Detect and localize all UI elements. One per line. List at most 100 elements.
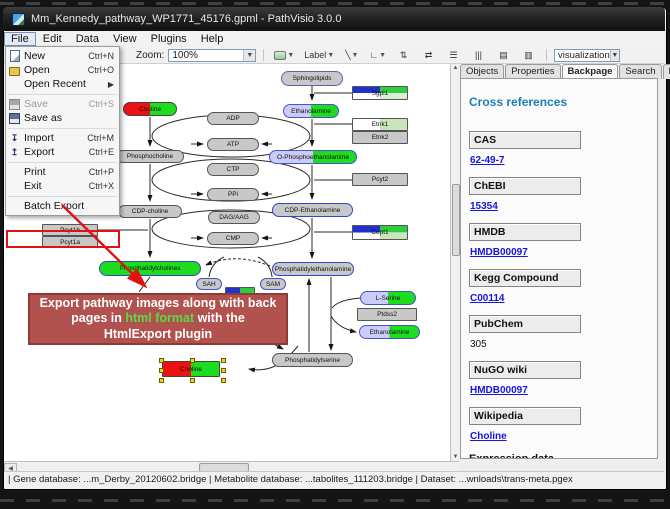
pathway-node-sgpl1[interactable]: Sgpl1	[352, 86, 408, 100]
chevron-down-icon[interactable]: ▼	[351, 52, 358, 59]
xref-link[interactable]: Choline	[470, 431, 657, 442]
chevron-down-icon[interactable]: ▼	[287, 52, 294, 59]
tab-legend[interactable]: Legend	[663, 64, 670, 79]
file-menu-item-exit[interactable]: ExitCtrl+X	[6, 179, 119, 193]
xref-link[interactable]: 15354	[470, 201, 657, 212]
pathway-node-atp[interactable]: ATP	[207, 138, 259, 151]
pathway-node-ctp[interactable]: CTP	[207, 163, 259, 176]
align-center-y-button-icon: ⇄	[425, 50, 433, 61]
file-menu-item-export[interactable]: ↥ExportCtrl+E	[6, 145, 119, 159]
pathway-node-l-serine[interactable]: L-Serine	[360, 291, 416, 305]
zoom-combobox[interactable]: 100% ▼	[168, 49, 256, 62]
selection-handle[interactable]	[221, 368, 226, 373]
submenu-arrow-icon: ▶	[108, 80, 114, 89]
align-center-y-button[interactable]: ⇄	[418, 47, 439, 63]
title-bar[interactable]: Mm_Kennedy_pathway_WP1771_45176.gpml - P…	[3, 7, 665, 31]
selection-handle[interactable]	[190, 378, 195, 383]
tab-properties[interactable]: Properties	[505, 64, 560, 79]
selection-handle[interactable]	[190, 358, 195, 363]
pathway-node-cmp[interactable]: CMP	[207, 232, 259, 245]
menu-icon-spacer	[9, 181, 20, 192]
pathway-node-pcyt2[interactable]: Pcyt2	[352, 173, 408, 186]
file-menu-item-new[interactable]: NewCtrl+N	[6, 49, 119, 63]
xref-source-header: HMDB	[469, 223, 581, 241]
tab-search[interactable]: Search	[619, 64, 661, 79]
file-menu-item-save[interactable]: SaveCtrl+S	[6, 97, 119, 111]
pathway-node-etnk1[interactable]: Etnk1	[352, 118, 408, 131]
pathway-node-ptdss2[interactable]: Ptdss2	[357, 308, 417, 321]
xref-link[interactable]: C00114	[470, 293, 657, 304]
file-menu-item-save-as[interactable]: Save as	[6, 111, 119, 125]
status-bar: | Gene database: ...m_Derby_20120602.bri…	[4, 471, 664, 487]
file-menu-item-import[interactable]: ↧ImportCtrl+M	[6, 131, 119, 145]
pathway-node-etnk2[interactable]: Etnk2	[352, 131, 408, 144]
pathway-node-dag-aag[interactable]: DAG/AAG	[208, 211, 260, 224]
new-connector-dropdown[interactable]: ∟▼	[366, 47, 389, 63]
pathway-node-sphingolipids[interactable]: Sphingolipids	[281, 71, 343, 86]
selection-handle[interactable]	[159, 378, 164, 383]
screenshot-frame: Mm_Kennedy_pathway_WP1771_45176.gpml - P…	[0, 0, 670, 509]
menubar-item-data[interactable]: Data	[69, 32, 106, 46]
align-center-x-button[interactable]: ⇅	[393, 47, 414, 63]
toolbar-button-label: Label	[304, 50, 326, 60]
pathway-node-phosphatidylserine[interactable]: Phosphatidylserine	[272, 353, 353, 367]
tab-objects[interactable]: Objects	[460, 64, 504, 79]
stack-horizontal-button[interactable]: |||	[468, 47, 489, 63]
new-label-dropdown[interactable]: Label▼	[301, 47, 337, 63]
pathvisio-app-icon	[12, 13, 25, 26]
pathway-node-cept1[interactable]: Cept1	[352, 225, 408, 240]
annotation-callout: Export pathway images along with back pa…	[28, 293, 288, 345]
vertical-scroll-thumb[interactable]	[452, 184, 460, 256]
menubar-item-plugins[interactable]: Plugins	[144, 32, 194, 46]
pathway-node-o-phosphoethanolamine[interactable]: O-Phosphoethanolamine	[269, 150, 357, 164]
new-line-dropdown[interactable]: ╲▼	[341, 47, 362, 63]
pathway-node-adp[interactable]: ADP	[207, 112, 259, 125]
frame-texture-top	[0, 2, 670, 5]
pathway-node-phosphatidylethanolamine[interactable]: Phosphatidylethanolamine	[272, 262, 354, 276]
xref-link[interactable]: 62-49-7	[470, 155, 657, 166]
canvas-vertical-scrollbar[interactable]: ▲ ▼	[450, 64, 460, 461]
file-menu-item-batch-export[interactable]: Batch Export	[6, 199, 119, 213]
menu-icon-spacer	[9, 79, 20, 90]
backpage-panel: Cross references CAS62-49-7ChEBI15354HMD…	[460, 78, 658, 459]
pathway-node-ppi[interactable]: PPi	[207, 188, 259, 201]
selection-handle[interactable]	[221, 378, 226, 383]
visualization-combobox[interactable]: visualization ▼	[554, 49, 620, 62]
xref-link[interactable]: HMDB00097	[470, 247, 657, 258]
expression-data-heading: Expression data	[469, 453, 657, 459]
xref-link[interactable]: HMDB00097	[470, 385, 657, 396]
frame-texture-bottom	[0, 499, 670, 502]
common-height-button[interactable]: ▥	[518, 47, 539, 63]
menubar-item-view[interactable]: View	[106, 32, 144, 46]
pathway-node-phosphocholine[interactable]: Phosphocholine	[116, 150, 184, 163]
chevron-down-icon[interactable]: ▼	[610, 50, 619, 61]
selection-handle[interactable]	[221, 358, 226, 363]
menu-item-shortcut: Ctrl+P	[89, 167, 114, 177]
annotation-text: pages in	[71, 311, 125, 325]
pathway-node-sah[interactable]: SAH	[196, 278, 222, 290]
selection-handle[interactable]	[159, 358, 164, 363]
pathway-node-ethanolamine[interactable]: Ethanolamine	[283, 104, 339, 118]
selection-handle[interactable]	[159, 368, 164, 373]
file-menu-item-print[interactable]: PrintCtrl+P	[6, 165, 119, 179]
pathway-node-ethanolamine[interactable]: Ethanolamine	[359, 325, 420, 339]
pathway-node-sam[interactable]: SAM	[260, 278, 286, 290]
pathway-node-cdp-choline[interactable]: CDP-choline	[118, 205, 182, 218]
pathway-node-choline[interactable]: Choline	[123, 102, 177, 116]
pathway-node-choline[interactable]: Choline	[162, 361, 220, 377]
menubar-item-edit[interactable]: Edit	[36, 32, 69, 46]
new-datanode-dropdown[interactable]: ▼	[271, 47, 297, 63]
menubar-item-help[interactable]: Help	[194, 32, 231, 46]
file-menu-item-open-recent[interactable]: Open Recent▶	[6, 77, 119, 91]
common-width-button[interactable]: ▤	[493, 47, 514, 63]
menubar-item-file[interactable]: File	[4, 32, 36, 46]
window-title: Mm_Kennedy_pathway_WP1771_45176.gpml - P…	[31, 13, 341, 25]
chevron-down-icon[interactable]: ▼	[327, 52, 334, 59]
pathway-node-cdp-ethanolamine[interactable]: CDP-Ethanolamine	[272, 203, 353, 217]
tab-backpage[interactable]: Backpage	[562, 64, 619, 79]
pathway-node-phosphatidylcholines[interactable]: Phosphatidylcholines	[99, 261, 201, 276]
chevron-down-icon[interactable]: ▼	[243, 50, 255, 61]
chevron-down-icon[interactable]: ▼	[379, 52, 386, 59]
file-menu-item-open[interactable]: OpenCtrl+O	[6, 63, 119, 77]
stack-vertical-button[interactable]: ☰	[443, 47, 464, 63]
